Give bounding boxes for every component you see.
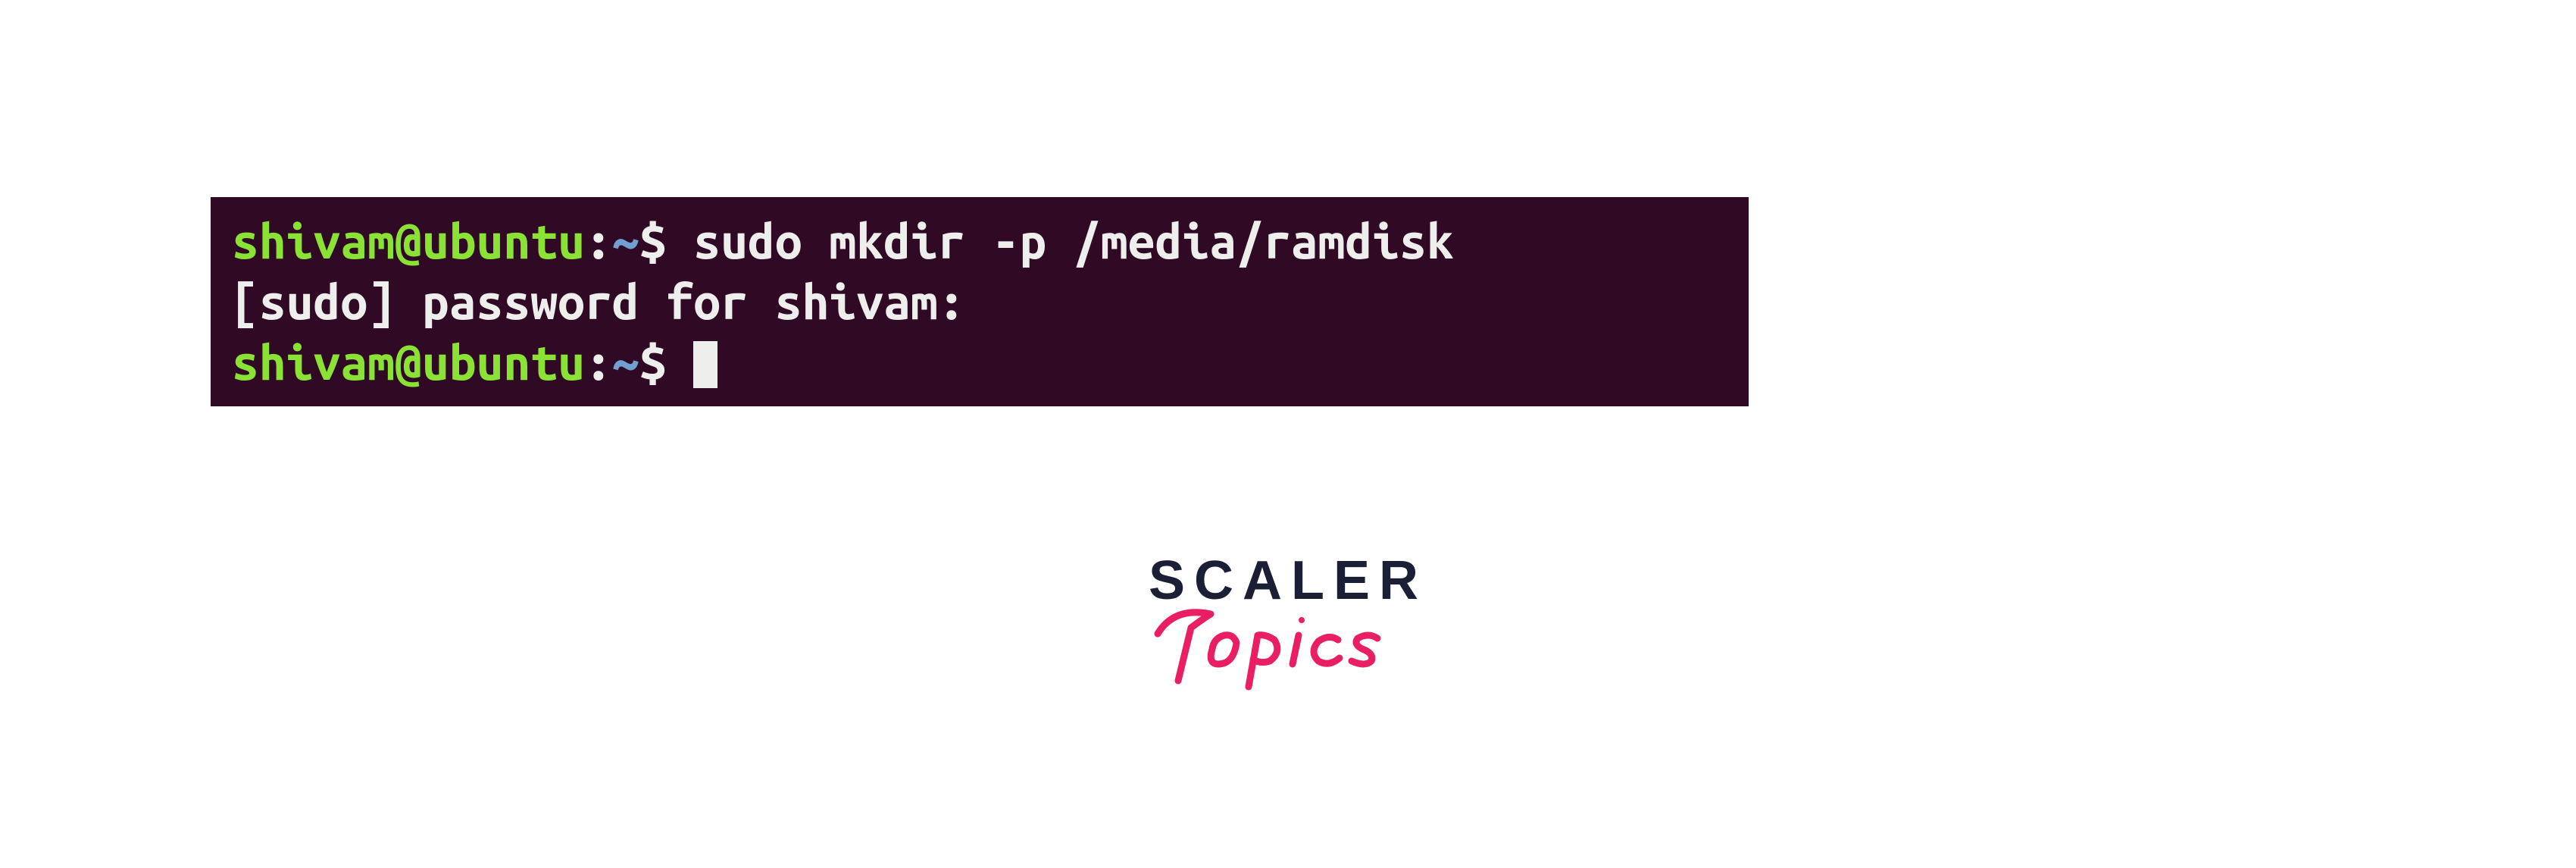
command-text <box>666 335 693 390</box>
prompt-path: ~ <box>612 335 639 390</box>
terminal-cursor <box>693 341 717 388</box>
prompt-user-host: shivam@ubuntu <box>232 335 585 390</box>
terminal-window[interactable]: shivam@ubuntu:~$ sudo mkdir -p /media/ra… <box>211 197 1749 406</box>
command-text: sudo mkdir -p /media/ramdisk <box>666 214 1453 268</box>
prompt-colon: : <box>585 214 612 268</box>
logo-topics-script <box>1144 597 1432 703</box>
terminal-line: [sudo] password for shivam: <box>232 271 1727 332</box>
logo-scaler-text: SCALER <box>1144 553 1432 608</box>
prompt-user-host: shivam@ubuntu <box>232 214 585 268</box>
terminal-line: shivam@ubuntu:~$ sudo mkdir -p /media/ra… <box>232 211 1727 271</box>
terminal-line: shivam@ubuntu:~$ <box>232 332 1727 393</box>
prompt-path: ~ <box>612 214 639 268</box>
sudo-password-prompt: [sudo] password for shivam: <box>232 274 965 329</box>
prompt-dollar: $ <box>639 335 667 390</box>
prompt-dollar: $ <box>639 214 667 268</box>
prompt-colon: : <box>585 335 612 390</box>
scaler-topics-logo: SCALER <box>1144 553 1432 703</box>
